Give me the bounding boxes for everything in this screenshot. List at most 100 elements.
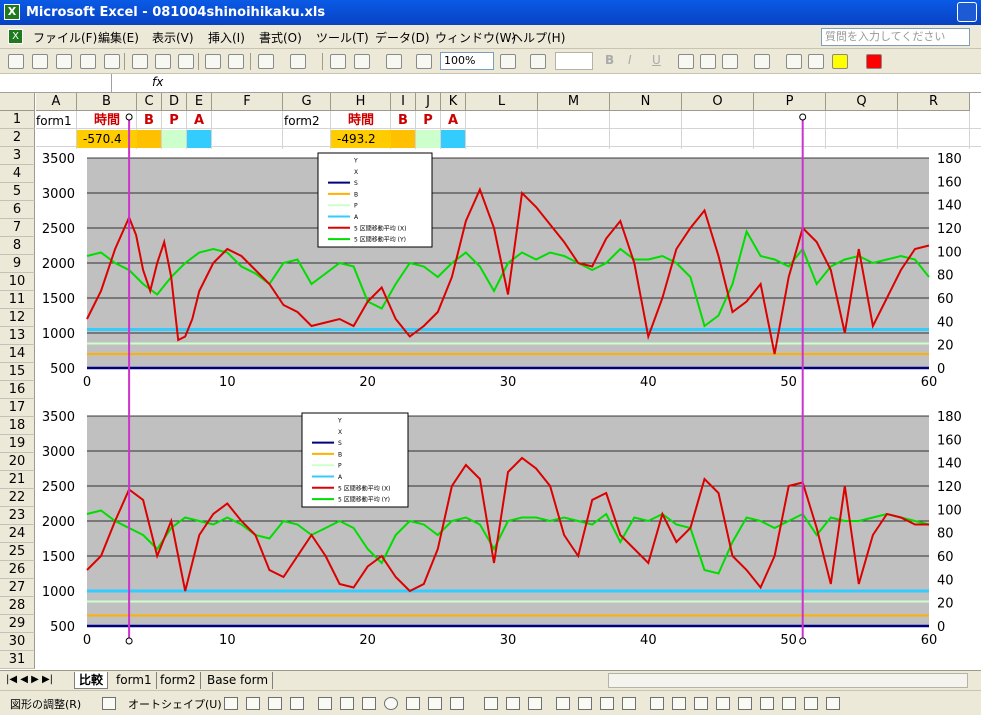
- font-color-icon[interactable]: [866, 54, 882, 69]
- select-pointer-icon[interactable]: [102, 697, 116, 710]
- textbox-icon[interactable]: [406, 697, 420, 710]
- excel-window: X Microsoft Excel - 081004shinoihikaku.x…: [0, 0, 981, 715]
- align-left-icon[interactable]: [678, 54, 694, 69]
- merge-icon[interactable]: [786, 54, 802, 69]
- autosum-icon[interactable]: [354, 54, 370, 69]
- indent-icon[interactable]: [808, 54, 824, 69]
- tab-base-form[interactable]: Base form: [203, 672, 274, 689]
- distribute-v-icon[interactable]: [826, 697, 840, 710]
- print-icon[interactable]: [132, 54, 148, 69]
- align-center-shape-icon[interactable]: [694, 697, 708, 710]
- menu-window[interactable]: ウィンドウ(W): [435, 29, 516, 46]
- marker-handle: [125, 637, 133, 645]
- sheet-tab-bar: |◀ ◀ ▶ ▶| 比較 form1 form2 Base form: [0, 670, 981, 690]
- hyperlink-icon[interactable]: [330, 54, 346, 69]
- sort-icon[interactable]: [386, 54, 402, 69]
- diagram-icon[interactable]: [450, 697, 464, 710]
- marker-handle: [799, 113, 807, 121]
- undo-icon[interactable]: [258, 54, 274, 69]
- align-left-shape-icon[interactable]: [672, 697, 686, 710]
- align-top-icon[interactable]: [738, 697, 752, 710]
- bold-button[interactable]: B: [605, 53, 614, 67]
- underline-button[interactable]: U: [652, 53, 661, 67]
- title-bar: X Microsoft Excel - 081004shinoihikaku.x…: [0, 0, 981, 25]
- preview-icon[interactable]: [155, 54, 171, 69]
- borders-icon[interactable]: [754, 54, 770, 69]
- arrow-icon[interactable]: [246, 697, 260, 710]
- toolbar-separator: [322, 53, 323, 70]
- horizontal-scrollbar[interactable]: [608, 673, 968, 688]
- menu-view[interactable]: 表示(V): [152, 29, 194, 46]
- line-icon[interactable]: [224, 697, 238, 710]
- align-middle-icon[interactable]: [760, 697, 774, 710]
- toolbar-separator: [124, 53, 125, 70]
- menu-edit[interactable]: 編集(E): [98, 29, 139, 46]
- window-button[interactable]: [957, 2, 977, 22]
- standard-toolbar: 100% B I U: [0, 49, 981, 74]
- fill-color-icon[interactable]: [832, 54, 848, 69]
- menu-data[interactable]: データ(D): [375, 29, 430, 46]
- document-icon[interactable]: X: [8, 29, 23, 44]
- name-box[interactable]: [0, 74, 112, 92]
- open-icon[interactable]: [32, 54, 48, 69]
- excel-app-icon: X: [4, 4, 20, 20]
- regroup-icon[interactable]: [528, 697, 542, 710]
- italic-button[interactable]: I: [628, 53, 632, 67]
- menu-file[interactable]: ファイル(F): [33, 29, 97, 46]
- cut-icon[interactable]: [205, 54, 221, 69]
- marker-handle: [125, 113, 133, 121]
- rectangle-icon[interactable]: [362, 697, 376, 710]
- bring-forward-icon[interactable]: [600, 697, 614, 710]
- oval-icon[interactable]: [384, 697, 398, 710]
- align-right-icon[interactable]: [722, 54, 738, 69]
- formula-bar: fx: [0, 74, 981, 93]
- menu-tools[interactable]: ツール(T): [316, 29, 369, 46]
- wordart-icon[interactable]: [428, 697, 442, 710]
- align-right-shape-icon[interactable]: [716, 697, 730, 710]
- marker-handle: [799, 637, 807, 645]
- menu-help[interactable]: ヘルプ(H): [511, 29, 565, 46]
- menu-format[interactable]: 書式(O): [259, 29, 302, 46]
- redo-icon[interactable]: [290, 54, 306, 69]
- tab-nav-icon[interactable]: |◀ ◀ ▶ ▶|: [6, 674, 53, 685]
- worksheet-grid: ABCDEFGHIJKLMNOPQR 1 2 3 4 5 6 7 8 9 10 11 12 13 14 15…: [0, 93, 981, 670]
- chart-wizard-icon[interactable]: [416, 54, 432, 69]
- shadow-icon[interactable]: [290, 697, 304, 710]
- send-back-icon[interactable]: [578, 697, 592, 710]
- line-draw-icon[interactable]: [318, 697, 332, 710]
- align-center-icon[interactable]: [700, 54, 716, 69]
- permission-icon[interactable]: [80, 54, 96, 69]
- autoshapes-menu[interactable]: オートシェイプ(U): [128, 696, 222, 712]
- distribute-h-icon[interactable]: [804, 697, 818, 710]
- drawing-toolbar: 図形の調整(R) オートシェイプ(U): [0, 690, 981, 715]
- copy-icon[interactable]: [228, 54, 244, 69]
- toolbar-separator: [250, 53, 251, 70]
- ungroup-icon[interactable]: [506, 697, 520, 710]
- menu-bar: X ファイル(F) 編集(E) 表示(V) 挿入(I) 書式(O) ツール(T)…: [0, 25, 981, 49]
- zoom-select[interactable]: 100%: [440, 52, 494, 70]
- group-icon[interactable]: [484, 697, 498, 710]
- save-icon[interactable]: [56, 54, 72, 69]
- bring-front-icon[interactable]: [556, 697, 570, 710]
- fx-icon[interactable]: fx: [152, 75, 163, 89]
- spelling-icon[interactable]: [178, 54, 194, 69]
- more-buttons-icon[interactable]: [530, 54, 546, 69]
- print-preview-icon[interactable]: [104, 54, 120, 69]
- menu-insert[interactable]: 挿入(I): [208, 29, 245, 46]
- send-backward-icon[interactable]: [622, 697, 636, 710]
- tab-compare[interactable]: 比較: [74, 672, 109, 689]
- snap-icon[interactable]: [650, 697, 664, 710]
- tab-form1[interactable]: form1: [112, 672, 157, 689]
- help-search-input[interactable]: 質問を入力してください: [821, 28, 970, 46]
- new-icon[interactable]: [8, 54, 24, 69]
- help-icon[interactable]: [500, 54, 516, 69]
- time-markers: [125, 113, 807, 645]
- toolbar-separator: [198, 53, 199, 70]
- arrow-draw-icon[interactable]: [340, 697, 354, 710]
- draw-adjust-menu[interactable]: 図形の調整(R): [10, 696, 81, 712]
- align-bottom-icon[interactable]: [782, 697, 796, 710]
- window-title: Microsoft Excel - 081004shinoihikaku.xls: [26, 5, 326, 20]
- tab-form2[interactable]: form2: [156, 672, 201, 689]
- font-size-select[interactable]: [555, 52, 593, 70]
- flip-icon[interactable]: [268, 697, 282, 710]
